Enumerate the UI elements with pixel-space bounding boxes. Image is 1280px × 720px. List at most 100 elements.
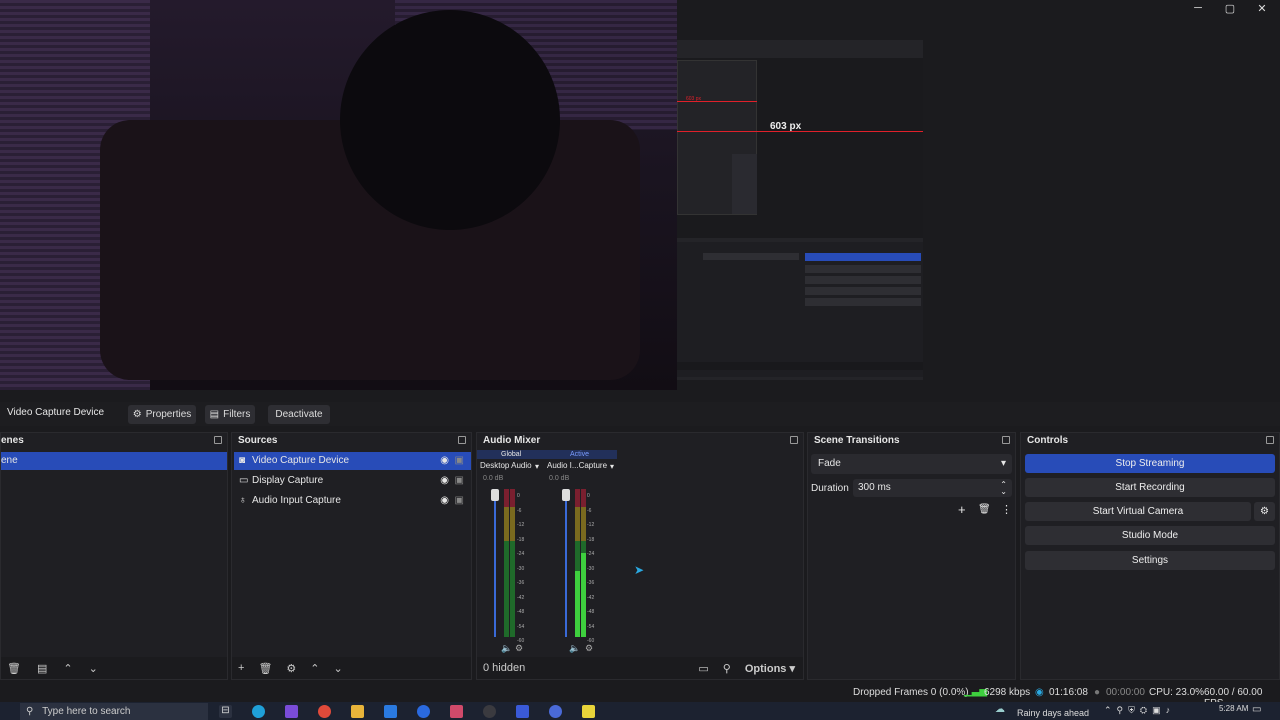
source-label: Video Capture Device (252, 455, 350, 466)
options-button[interactable]: Options ▾ (745, 662, 795, 675)
maximize-button[interactable]: ▢ (1214, 0, 1246, 16)
dropped-frames: Dropped Frames 0 (0.0%) (853, 687, 969, 698)
dock-float-icon[interactable] (458, 436, 466, 444)
virtual-camera-settings-button[interactable]: ⚙ (1254, 502, 1275, 521)
minimize-button[interactable]: ─ (1182, 0, 1214, 16)
filters-label: Filters (223, 409, 251, 420)
audio-mixer-dock: Audio Mixer Global Active Desktop Audio … (476, 432, 804, 680)
monitor-icon: ▭ (239, 475, 249, 486)
db-tick: -54 (587, 623, 595, 630)
obs-icon[interactable] (483, 705, 496, 718)
link-icon[interactable]: ⚲ (723, 662, 731, 675)
arrow-down-icon[interactable]: ⌄ (89, 662, 98, 675)
visibility-eye-icon[interactable]: ◉ (440, 472, 449, 490)
dock-float-icon[interactable] (1002, 436, 1010, 444)
copilot-icon[interactable] (285, 705, 298, 718)
start-recording-button[interactable]: Start Recording (1025, 478, 1275, 497)
store-icon[interactable] (384, 705, 397, 718)
tray-icons[interactable]: ⌃⚲⛨⛭▣♪ (1104, 705, 1175, 716)
camera-preview[interactable] (0, 0, 677, 390)
studio-mode-button[interactable]: Studio Mode (1025, 526, 1275, 545)
app-icon[interactable] (516, 705, 529, 718)
scenes-footer: 🗑 ▤ ⌃ ⌄ (1, 657, 227, 679)
volume-slider-handle[interactable] (491, 489, 499, 501)
nested-button (805, 287, 921, 295)
selected-source-label: Video Capture Device (7, 407, 105, 418)
add-icon[interactable]: + (238, 662, 244, 674)
stop-streaming-button[interactable]: Stop Streaming (1025, 454, 1275, 473)
person-silhouette (340, 10, 560, 230)
stream-time: 01:16:08 (1049, 687, 1088, 698)
taskbar-search[interactable]: ⚲ Type here to search (20, 703, 208, 720)
transition-select[interactable]: Fade ▾ (811, 454, 1012, 474)
volume-slider-handle[interactable] (562, 489, 570, 501)
db-tick: -12 (517, 522, 525, 528)
lock-icon[interactable]: ▣ (455, 472, 464, 490)
start-virtual-camera-button[interactable]: Start Virtual Camera (1025, 502, 1251, 521)
mute-speaker-icon[interactable]: 🔈 (569, 643, 580, 654)
trash-icon[interactable]: 🗑 (258, 662, 272, 675)
spin-down-icon[interactable]: ⌄ (1000, 483, 1007, 501)
visibility-eye-icon[interactable]: ◉ (440, 492, 449, 510)
gear-icon: ⚙ (1260, 506, 1269, 517)
scene-transitions-title: Scene Transitions (814, 435, 900, 446)
close-button[interactable]: ✕ (1246, 0, 1278, 16)
volume-slider[interactable] (494, 489, 496, 637)
duration-spinbox[interactable]: 300 ms ⌃ ⌄ (853, 479, 1012, 497)
lock-icon[interactable]: ▣ (455, 452, 464, 470)
app-icon[interactable] (417, 705, 430, 718)
settings-button[interactable]: Settings (1025, 551, 1275, 570)
properties-button[interactable]: ⚙ Properties (128, 405, 196, 424)
trash-icon[interactable]: 🗑 (7, 662, 21, 675)
source-item-display-capture[interactable]: ▭ Display Capture ◉ ▣ (234, 472, 471, 490)
notification-icon[interactable]: ▭ (1252, 704, 1261, 715)
app-icon[interactable] (549, 705, 562, 718)
sticky-notes-icon[interactable] (582, 705, 595, 718)
sources-footer: + 🗑 ⚙ ⌃ ⌄ (232, 657, 471, 679)
app-icon[interactable] (450, 705, 463, 718)
filter-icon[interactable]: ▤ (37, 662, 47, 675)
db-tick: -24 (517, 551, 525, 557)
gear-icon[interactable]: ⚙ (286, 662, 296, 675)
nested-controls (732, 154, 757, 214)
trash-icon[interactable]: 🗑 (978, 504, 991, 515)
level-meter (504, 489, 509, 637)
dropdown-arrow-icon[interactable]: ▾ (535, 462, 539, 471)
file-explorer-icon[interactable] (351, 705, 364, 718)
dock-float-icon[interactable] (214, 436, 222, 444)
edge-browser-icon[interactable] (252, 705, 265, 718)
source-label: Audio Input Capture (252, 495, 341, 506)
dock-float-icon[interactable] (790, 436, 798, 444)
visibility-eye-icon[interactable]: ◉ (440, 452, 449, 470)
db-tick: -18 (587, 536, 595, 543)
dropdown-arrow-icon[interactable]: ▾ (610, 462, 614, 471)
layout-icon[interactable]: ▭ (698, 662, 708, 675)
more-options-icon[interactable]: ⋮ (1001, 503, 1012, 516)
chrome-icon[interactable] (318, 705, 331, 718)
arrow-down-icon[interactable]: ⌄ (334, 662, 343, 675)
db-tick: -36 (517, 580, 525, 586)
weather-text[interactable]: Rainy days ahead (1017, 708, 1089, 718)
deactivate-button[interactable]: Deactivate (268, 405, 330, 424)
volume-slider[interactable] (565, 489, 567, 637)
lock-icon[interactable]: ▣ (455, 492, 464, 510)
mute-speaker-icon[interactable]: 🔈 (501, 643, 512, 654)
source-item-audio-input[interactable]: ♁ Audio Input Capture ◉ ▣ (234, 492, 471, 510)
filters-button[interactable]: ▤ Filters (205, 405, 255, 424)
dock-float-icon[interactable] (1266, 436, 1274, 444)
tab-global[interactable]: Global (501, 450, 521, 459)
arrow-up-icon[interactable]: ⌃ (63, 662, 72, 675)
scene-item[interactable]: ene (1, 452, 227, 470)
source-item-video-capture[interactable]: ◙ Video Capture Device ◉ ▣ (234, 452, 471, 470)
nested-transition (703, 253, 799, 260)
display-capture-preview[interactable]: 603 px 603 px (677, 40, 923, 380)
tab-active[interactable]: Active (570, 450, 589, 459)
arrow-up-icon[interactable]: ⌃ (310, 662, 319, 675)
scenes-dock: enes ene 🗑 ▤ ⌃ ⌄ (0, 432, 228, 680)
add-icon[interactable]: + (958, 502, 966, 517)
sources-title: Sources (238, 435, 278, 446)
db-tick: -54 (517, 623, 525, 630)
clock[interactable]: 5:28 AM (1219, 704, 1248, 713)
task-view-icon[interactable]: ⊟ (219, 705, 232, 718)
nested-button (805, 265, 921, 273)
